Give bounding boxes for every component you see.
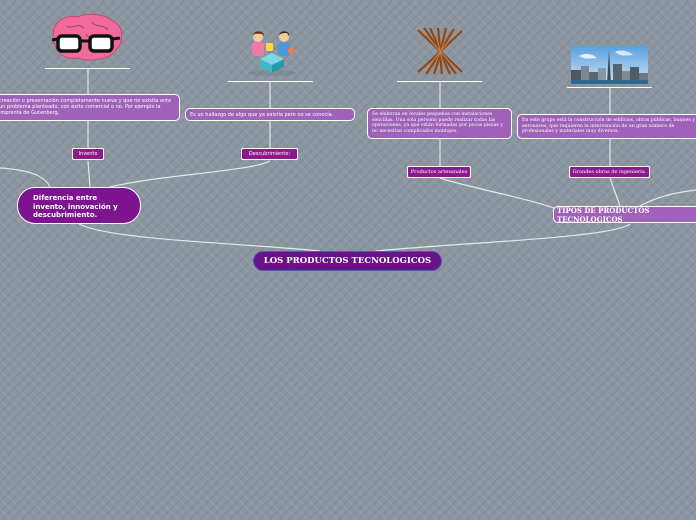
image-underline (228, 81, 313, 82)
artesanales-node[interactable]: Productos artesanales (407, 166, 471, 178)
image-underline (567, 87, 652, 88)
hub-diferencia-label: Diferencia entre invento, innovación y d… (33, 194, 118, 219)
image-underline (397, 81, 482, 82)
descubrimiento-description[interactable]: Es un hallazgo de algo que ya existía pe… (185, 108, 355, 121)
hub-tipos-productos[interactable]: TIPOS DE PRODUCTOS TECNOLOGICOS (553, 205, 696, 224)
artesanales-description-text: Se elaboran en locales pequeños con inst… (372, 112, 503, 134)
ingenieria-label: Grandes obras de ingeniería. (572, 169, 647, 175)
invento-node[interactable]: Invento (72, 148, 104, 160)
ingenieria-node[interactable]: Grandes obras de ingeniería. (569, 166, 650, 178)
descubrimiento-node[interactable]: Descubrimiento: (241, 148, 298, 160)
invento-label: Invento (78, 151, 98, 157)
root-topic[interactable]: LOS PRODUCTOS TECNOLOGICOS (253, 251, 442, 271)
ingenieria-description[interactable]: En este grupo está la construcción de ed… (517, 114, 696, 139)
artesanales-label: Productos artesanales (410, 169, 468, 175)
city-skyline-icon (571, 46, 648, 84)
people-discovering-icon (248, 31, 296, 76)
hub-tipos-label: TIPOS DE PRODUCTOS TECNOLOGICOS (557, 205, 650, 224)
artesanales-description[interactable]: Se elaboran en locales pequeños con inst… (367, 108, 512, 139)
descubrimiento-description-text: Es un hallazgo de algo que ya existía pe… (190, 111, 334, 118)
image-underline (45, 68, 130, 69)
invento-description-text: creación o presentación completamente nu… (0, 98, 172, 116)
wooden-sculpture-icon (417, 27, 463, 75)
invento-description[interactable]: creación o presentación completamente nu… (0, 94, 180, 121)
descubrimiento-label: Descubrimiento: (248, 151, 291, 157)
root-topic-label: LOS PRODUCTOS TECNOLOGICOS (263, 256, 432, 266)
brain-glasses-icon (51, 13, 123, 61)
ingenieria-description-text: En este grupo está la construcción de ed… (522, 118, 695, 135)
hub-diferencia[interactable]: Diferencia entre invento, innovación y d… (17, 187, 141, 224)
